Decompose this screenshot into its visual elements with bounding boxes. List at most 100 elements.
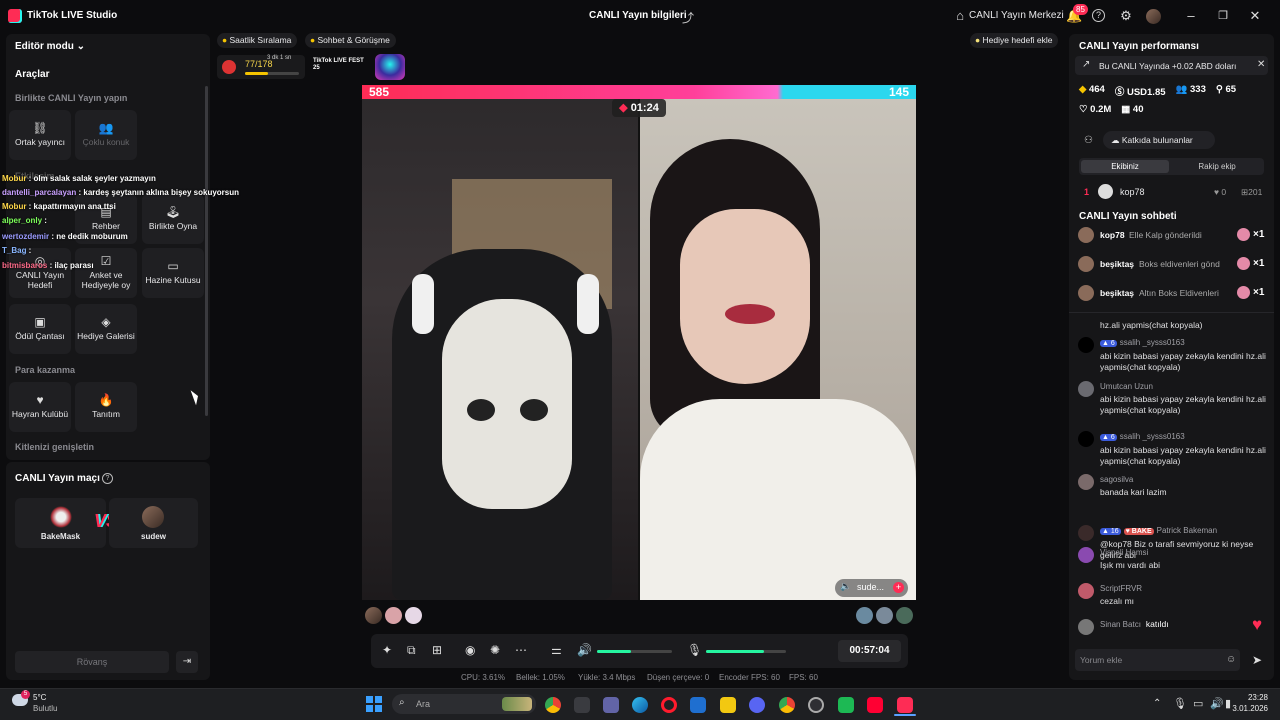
contributor-avatar[interactable] [385, 607, 402, 624]
opponent-name-tag[interactable]: 🔈 sude... + [835, 579, 908, 597]
weather-text[interactable]: Bulutlu [33, 704, 57, 713]
chat-meet-pill[interactable]: ● Sohbet & Görüşme [305, 33, 396, 48]
youtube-icon[interactable] [867, 697, 883, 713]
record-icon[interactable]: ◉ [465, 643, 475, 657]
diamond-icon: ◆ [1079, 84, 1087, 95]
windows-start-icon[interactable] [366, 696, 382, 712]
speaker-tray-icon[interactable]: 🔊 [1210, 697, 1224, 710]
tool-vote[interactable]: ☑ Anket ve Hediyeyle oy [75, 248, 137, 298]
exit-icon[interactable]: ⇥ [176, 651, 198, 673]
mic-slider[interactable] [706, 650, 786, 653]
tab-rival-team[interactable]: Rakip ekip [1173, 160, 1261, 173]
layers-icon[interactable]: ⧉ [407, 643, 416, 658]
gift-goal-pill[interactable]: ● Hediye hedefi ekle [970, 33, 1059, 48]
home-icon[interactable]: ⌂ [952, 8, 968, 24]
score-bar: 585 145 [362, 85, 916, 99]
cpu-stat: CPU: 3.61% [461, 673, 506, 682]
tool-fan-club[interactable]: ♥ Hayran Kulübü [9, 382, 71, 432]
match-player-left[interactable]: BakeMask [15, 498, 106, 548]
chevron-up-icon[interactable]: ⌃ [1153, 698, 1161, 709]
tab-our-team[interactable]: Ekibiniz [1081, 160, 1169, 173]
task-view-icon[interactable] [574, 697, 590, 713]
live-info-title[interactable]: CANLI Yayın bilgileri [589, 10, 687, 21]
profile-avatar[interactable] [1146, 9, 1161, 24]
like-heart-icon[interactable]: ♥ [1252, 615, 1262, 635]
overlay-chat-text: : ne dedik moburum [49, 232, 128, 241]
gear-icon[interactable]: ⚙ [1118, 8, 1134, 24]
contributor-avatar[interactable] [876, 607, 893, 624]
emoji-icon[interactable]: ☺ [1226, 654, 1236, 665]
tool-gift-gallery[interactable]: ◈ Hediye Galerisi [75, 304, 137, 354]
contributor-avatar[interactable] [365, 607, 382, 624]
chat-body: ▲ 6 ssalih _sysss0163 abi kizin babasi yap… [1100, 337, 1269, 373]
tool-promo[interactable]: 🔥 Tanıtım [75, 382, 137, 432]
tool-live-goal[interactable]: ◎ CANLI Yayın Hedefi [9, 248, 71, 298]
scrollbar[interactable] [205, 86, 208, 416]
more-icon[interactable]: ⋯ [515, 643, 527, 657]
tool-play-together[interactable]: 🕹 Birlikte Oyna [142, 194, 204, 244]
rematch-button[interactable]: Rövanş [15, 651, 169, 673]
share-icon[interactable]: ⤴ [682, 9, 694, 26]
microphone-tray-icon[interactable]: 🎙 [1173, 697, 1187, 710]
microphone-icon[interactable]: 🎙 [687, 643, 702, 657]
clock-date[interactable]: 3.01.2026 [1228, 704, 1268, 713]
contributor-avatar[interactable] [405, 607, 422, 624]
teams-icon[interactable] [603, 697, 619, 713]
add-source-icon[interactable]: ⊞ [432, 643, 442, 657]
overlay-chat-user: wertozdemir [2, 232, 50, 241]
close-icon[interactable]: ✕ [1257, 59, 1265, 70]
minimize-icon[interactable]: – [1183, 8, 1199, 24]
help-icon[interactable]: ? [102, 473, 113, 484]
speaker-icon[interactable]: 🔊 [577, 643, 592, 657]
tool-multi-guest[interactable]: 👥 Çoklu konuk [75, 110, 137, 160]
heart-icon: ♡ [1079, 104, 1088, 115]
taskbar-search[interactable]: ⌕ Ara [392, 694, 536, 714]
chrome-icon[interactable] [545, 697, 561, 713]
chat-user: ▲ 6 ssalih _sysss0163 [1100, 337, 1269, 349]
clock-time[interactable]: 23:28 [1238, 693, 1268, 702]
match-player-right[interactable]: sudew [109, 498, 198, 548]
send-icon[interactable]: ➤ [1252, 653, 1262, 667]
temperature[interactable]: 5°C [33, 693, 46, 702]
tiktok-live-icon[interactable] [897, 697, 913, 713]
help-icon[interactable]: ? [1092, 9, 1105, 22]
elapsed-time[interactable]: 00:57:04 [838, 640, 901, 662]
maximize-icon[interactable]: ❐ [1215, 8, 1231, 24]
sliders-icon[interactable]: ⚌ [551, 643, 562, 657]
folder-icon[interactable] [720, 697, 736, 713]
magic-wand-icon[interactable]: ✦ [382, 643, 392, 657]
avatar [1078, 525, 1094, 541]
user-settings-icon[interactable]: ⚇ [1084, 135, 1093, 146]
tool-treasure-box[interactable]: ▭ Hazine Kutusu [142, 248, 204, 298]
live-fest-badge-icon[interactable] [375, 54, 405, 80]
discord-icon[interactable] [749, 697, 765, 713]
chat-message: ▲ 6 ssalih _sysss0163 abi kizin babasi yap… [1078, 337, 1269, 373]
tool-label: Tanıtım [92, 409, 120, 419]
contributor-avatar[interactable] [896, 607, 913, 624]
gift-text: Elle Kalp gönderildi [1129, 230, 1202, 240]
app-icon[interactable] [808, 697, 824, 713]
comment-input[interactable]: Yorum ekle ☺ [1075, 649, 1240, 671]
mail-icon[interactable] [690, 697, 706, 713]
edge-icon[interactable] [632, 697, 648, 713]
tool-cohost[interactable]: ⛓ Ortak yayıncı [9, 110, 71, 160]
close-icon[interactable]: ✕ [1247, 8, 1263, 24]
contributors-button[interactable]: ☁ Katkıda bulunanlar [1103, 131, 1215, 149]
chrome-profile-icon[interactable] [779, 697, 795, 713]
editor-mode-dropdown[interactable]: Editör modu ⌄ [15, 41, 85, 52]
hourly-rank-pill[interactable]: ● Saatlik Sıralama [217, 33, 298, 48]
battle-timer: ◆ 01:24 [612, 99, 666, 117]
contributor-avatar[interactable] [856, 607, 873, 624]
effects-icon[interactable]: ✺ [490, 643, 500, 657]
whatsapp-icon[interactable] [838, 697, 854, 713]
tool-reward-bag[interactable]: ▣ Ödül Çantası [9, 304, 71, 354]
chat-title: CANLI Yayın sohbeti [1079, 211, 1177, 222]
volume-slider[interactable] [597, 650, 672, 653]
live-center-link[interactable]: CANLI Yayın Merkezi [969, 10, 1064, 21]
gift-goal-widget[interactable]: 77/178 3 dk 1 sn [217, 55, 305, 79]
contributor-row[interactable]: 1 kop78 ♥ 0 ⊞201 [1079, 184, 1269, 200]
tiktok-logo-icon [8, 9, 22, 23]
tool-label: Anket ve Hediyeyle oy [81, 270, 131, 290]
display-icon[interactable]: ▭ [1193, 697, 1203, 710]
opera-icon[interactable] [661, 697, 677, 713]
